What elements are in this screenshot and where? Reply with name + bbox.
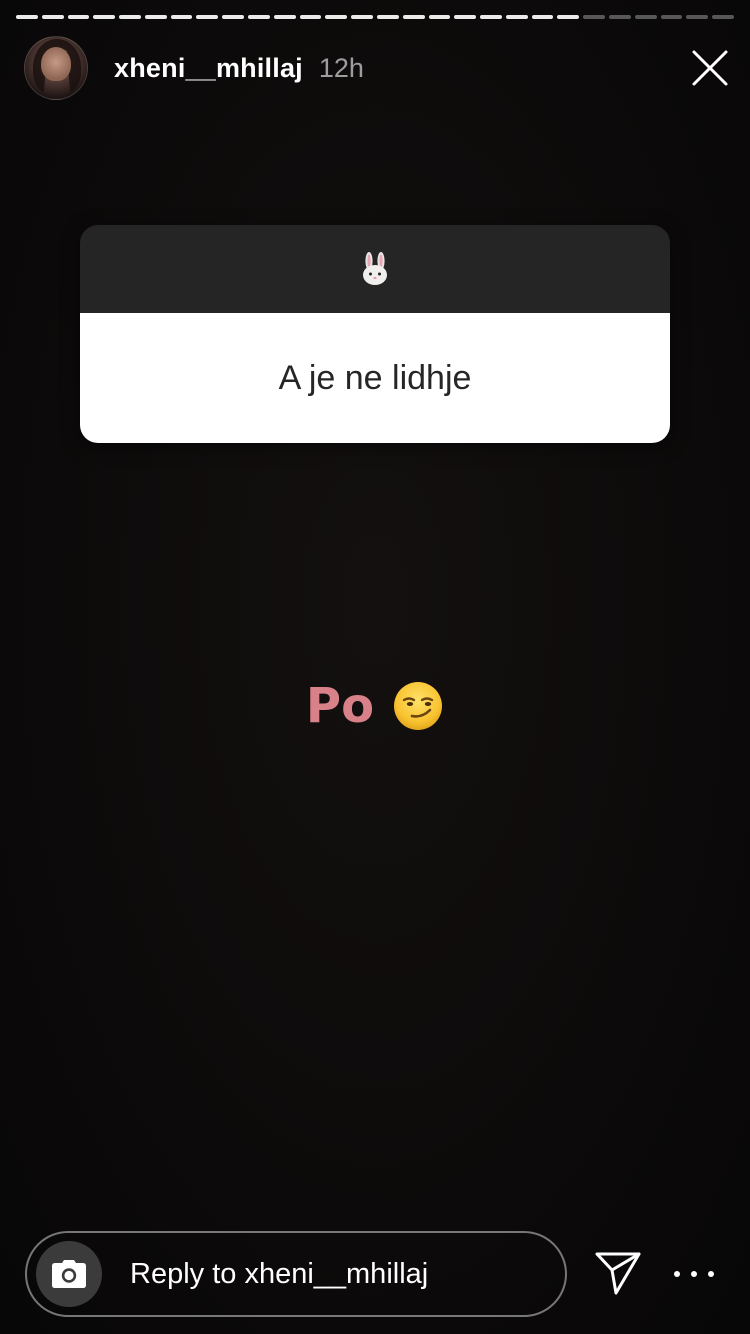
rabbit-face-emoji [363, 252, 387, 285]
progress-segment [273, 15, 296, 19]
reply-placeholder: Reply to xheni__mhillaj [130, 1257, 429, 1290]
story-viewer[interactable]: xheni__mhillaj 12h A je ne lidhje Po Rep… [0, 0, 750, 1334]
progress-segment [608, 15, 631, 19]
progress-segment [93, 15, 116, 19]
username[interactable]: xheni__mhillaj [114, 53, 303, 84]
camera-button[interactable] [36, 1241, 102, 1307]
progress-segment [376, 15, 399, 19]
question-text: A je ne lidhje [80, 313, 670, 443]
progress-segment [557, 15, 580, 19]
progress-segment [454, 15, 477, 19]
progress-segment [67, 15, 90, 19]
story-progress-bar [16, 15, 734, 19]
progress-segment [712, 15, 734, 19]
story-time-ago: 12h [318, 52, 364, 83]
progress-segment [634, 15, 657, 19]
progress-segment [583, 15, 605, 19]
progress-segment [428, 15, 451, 19]
progress-segment [170, 15, 193, 19]
send-icon[interactable] [594, 1250, 642, 1296]
progress-segment [480, 15, 502, 19]
progress-segment [248, 15, 270, 19]
progress-segment [119, 15, 141, 19]
answer-text: Po [305, 678, 375, 734]
reply-input[interactable]: Reply to xheni__mhillaj [25, 1231, 567, 1317]
smirking-face-emoji [394, 682, 443, 730]
progress-segment [505, 15, 528, 19]
progress-segment [531, 15, 554, 19]
close-icon[interactable] [690, 48, 730, 88]
story-header: xheni__mhillaj 12h [24, 36, 730, 100]
camera-icon [52, 1260, 86, 1288]
progress-segment [222, 15, 245, 19]
question-sticker: A je ne lidhje [80, 225, 670, 443]
progress-segment [196, 15, 219, 19]
progress-segment [686, 15, 709, 19]
progress-segment [16, 15, 38, 19]
progress-segment [402, 15, 425, 19]
answer: Po [0, 678, 750, 734]
more-options-icon[interactable] [674, 1260, 714, 1288]
avatar[interactable] [24, 36, 88, 100]
question-sticker-header [80, 225, 670, 313]
progress-segment [351, 15, 373, 19]
progress-segment [144, 15, 167, 19]
progress-segment [41, 15, 64, 19]
progress-segment [299, 15, 322, 19]
progress-segment [325, 15, 348, 19]
progress-segment [660, 15, 683, 19]
